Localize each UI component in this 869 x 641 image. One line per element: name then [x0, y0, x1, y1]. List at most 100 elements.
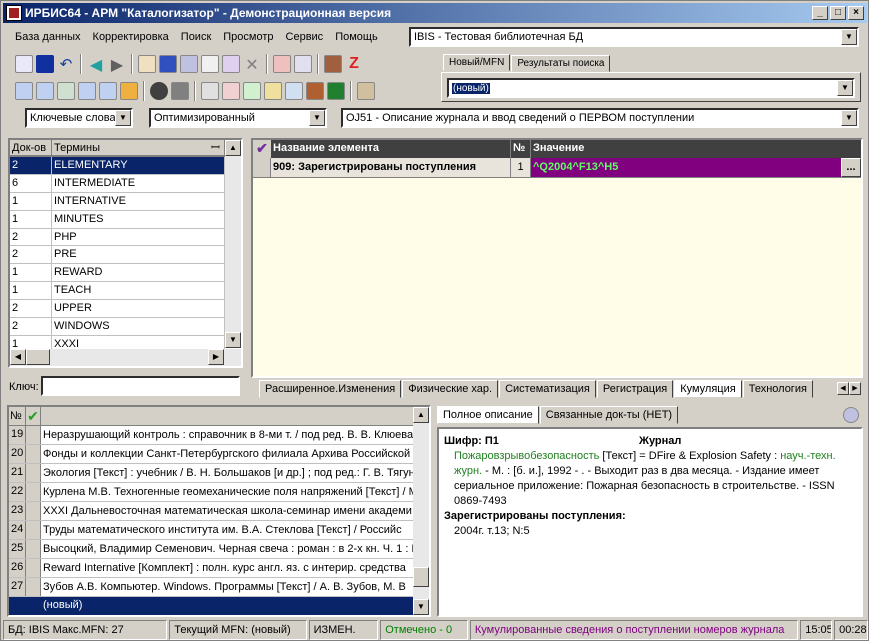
- tab-cumulation[interactable]: Кумуляция: [674, 380, 742, 398]
- chevron-down-icon[interactable]: ▼: [309, 110, 325, 126]
- edit-pencil-icon[interactable]: [222, 55, 240, 73]
- record-row[interactable]: 21 Экология [Текст] : учебник / В. Н. Бол…: [9, 464, 429, 483]
- forward-arrow-icon[interactable]: ▶: [108, 55, 126, 74]
- record-row[interactable]: 25 Высоцкий, Владимир Семенович. Черная с…: [9, 540, 429, 559]
- new-record-select[interactable]: (новый) ▼: [447, 78, 855, 98]
- search-history-icon[interactable]: [99, 82, 117, 100]
- scroll-down-icon[interactable]: ▼: [225, 332, 241, 348]
- record-check[interactable]: [26, 445, 41, 463]
- menu-help[interactable]: Помощь: [329, 27, 384, 49]
- record-check[interactable]: [26, 540, 41, 558]
- delete-icon[interactable]: ✕: [243, 55, 261, 74]
- col-doc-count[interactable]: Док-ов: [10, 140, 52, 156]
- export-green-icon[interactable]: [243, 82, 261, 100]
- record-row[interactable]: 23 XXXI Дальневосточная математическая шк…: [9, 502, 429, 521]
- dictionary-row[interactable]: 6 INTERMEDIATE: [10, 174, 225, 193]
- tab-extended-changes[interactable]: Расширенное.Изменения: [259, 380, 402, 398]
- export-icon[interactable]: [294, 55, 312, 73]
- back-arrow-icon[interactable]: ◀: [87, 55, 105, 74]
- record-row[interactable]: 27 Зубов А.В. Компьютер. Windows. Програм…: [9, 578, 429, 597]
- dictionary-row[interactable]: 2 WINDOWS: [10, 318, 225, 336]
- search-refine-icon[interactable]: [78, 82, 96, 100]
- record-row[interactable]: 26 Reward Internative [Комплект] : полн. …: [9, 559, 429, 578]
- chevron-down-icon[interactable]: ▼: [837, 80, 853, 96]
- menu-edit[interactable]: Корректировка: [87, 27, 175, 49]
- chevron-down-icon[interactable]: ▼: [841, 110, 857, 126]
- menu-service[interactable]: Сервис: [280, 27, 330, 49]
- new-record-row[interactable]: (новый): [9, 597, 429, 615]
- settings-icon[interactable]: [357, 82, 375, 100]
- scroll-up-icon[interactable]: ▲: [225, 140, 241, 156]
- col-terms[interactable]: Термины ꟷ: [52, 140, 225, 156]
- record-row[interactable]: 22 Курлена М.В. Техногенные геомеханическ…: [9, 483, 429, 502]
- field-row-909[interactable]: 909: Зарегистрированы поступления 1 ^Q20…: [253, 158, 861, 178]
- tab-new-mfn[interactable]: Новый/MFN: [443, 54, 511, 71]
- dictionary-vscroll[interactable]: ▲ ▼: [225, 140, 241, 348]
- tab-technology[interactable]: Технология: [742, 380, 813, 398]
- chevron-down-icon[interactable]: ▼: [115, 110, 131, 126]
- dictionary-hscroll[interactable]: ◀ ▶: [10, 349, 241, 366]
- grid-icon[interactable]: [159, 55, 177, 73]
- menu-search[interactable]: Поиск: [175, 27, 217, 49]
- record-check[interactable]: [26, 426, 41, 444]
- import-icon[interactable]: [273, 55, 291, 73]
- dictionary-row[interactable]: 1 TEACH: [10, 282, 225, 301]
- scroll-left-icon[interactable]: ◀: [10, 349, 26, 365]
- doc-list-icon[interactable]: [285, 82, 303, 100]
- dictionary-row[interactable]: 1 INTERNATIVE: [10, 192, 225, 211]
- doc-copy-icon[interactable]: [264, 82, 282, 100]
- close-button[interactable]: ×: [848, 6, 864, 20]
- dictionary-row[interactable]: 1 REWARD: [10, 264, 225, 283]
- scroll-down-icon[interactable]: ▼: [413, 599, 429, 615]
- keywords-select[interactable]: Ключевые слова ▼: [25, 108, 133, 128]
- dictionary-row[interactable]: 1 MINUTES: [10, 210, 225, 229]
- scroll-right-icon[interactable]: ▶: [208, 349, 224, 365]
- record-check[interactable]: [26, 559, 41, 577]
- dictionary-row[interactable]: 2 UPPER: [10, 300, 225, 319]
- menu-database[interactable]: База данных: [9, 27, 87, 49]
- books-icon[interactable]: [324, 55, 342, 73]
- mail-icon[interactable]: [57, 82, 75, 100]
- z3950-icon[interactable]: Z: [345, 55, 363, 73]
- tree-icon[interactable]: [201, 55, 219, 73]
- dictionary-row[interactable]: 2 PHP: [10, 228, 225, 247]
- search-mode-select[interactable]: Оптимизированный ▼: [149, 108, 327, 128]
- record-row[interactable]: 19 Неразрушающий контроль : справочник в …: [9, 426, 429, 445]
- database-select[interactable]: IBIS - Тестовая библиотечная БД ▼: [409, 27, 859, 47]
- tab-full-description[interactable]: Полное описание: [437, 406, 539, 424]
- record-check[interactable]: [26, 502, 41, 520]
- record-check[interactable]: [26, 578, 41, 596]
- search-list-icon[interactable]: [36, 82, 54, 100]
- chevron-down-icon[interactable]: ▼: [841, 29, 857, 45]
- title-link[interactable]: Пожаровзрывобезопасность: [454, 450, 599, 462]
- report-icon[interactable]: [222, 82, 240, 100]
- tab-scroll-right-icon[interactable]: ▶: [849, 382, 861, 395]
- pin-icon[interactable]: ꟷ: [211, 140, 220, 156]
- record-check[interactable]: [26, 483, 41, 501]
- view-eye-icon[interactable]: [150, 82, 168, 100]
- copy-record-icon[interactable]: [138, 55, 156, 73]
- scroll-up-icon[interactable]: ▲: [413, 407, 429, 423]
- undo-icon[interactable]: ↶: [57, 55, 75, 73]
- hscroll-thumb[interactable]: [26, 349, 50, 365]
- new-doc-icon[interactable]: [15, 55, 33, 73]
- menu-view[interactable]: Просмотр: [217, 27, 279, 49]
- record-check[interactable]: [26, 464, 41, 482]
- tab-registration[interactable]: Регистрация: [596, 380, 674, 398]
- record-row[interactable]: 24 Труды математического института им. В.…: [9, 521, 429, 540]
- save-icon[interactable]: [36, 55, 54, 73]
- tab-physical[interactable]: Физические хар.: [402, 380, 499, 398]
- minimize-button[interactable]: _: [812, 6, 828, 20]
- tab-systematization[interactable]: Систематизация: [499, 380, 596, 398]
- worksheet-select[interactable]: OJ51 - Описание журнала и ввод сведений …: [341, 108, 859, 128]
- chart-icon[interactable]: [306, 82, 324, 100]
- refresh-icon[interactable]: [843, 407, 859, 423]
- key-input[interactable]: [41, 376, 240, 396]
- vscroll-thumb[interactable]: [413, 567, 429, 587]
- tab-search-results[interactable]: Результаты поиска: [511, 55, 611, 72]
- pen-icon[interactable]: [120, 82, 138, 100]
- print-record-icon[interactable]: [180, 55, 198, 73]
- record-check[interactable]: [26, 521, 41, 539]
- field-value[interactable]: ^Q2004^F13^H5 ...: [531, 158, 861, 177]
- search-form-icon[interactable]: [15, 82, 33, 100]
